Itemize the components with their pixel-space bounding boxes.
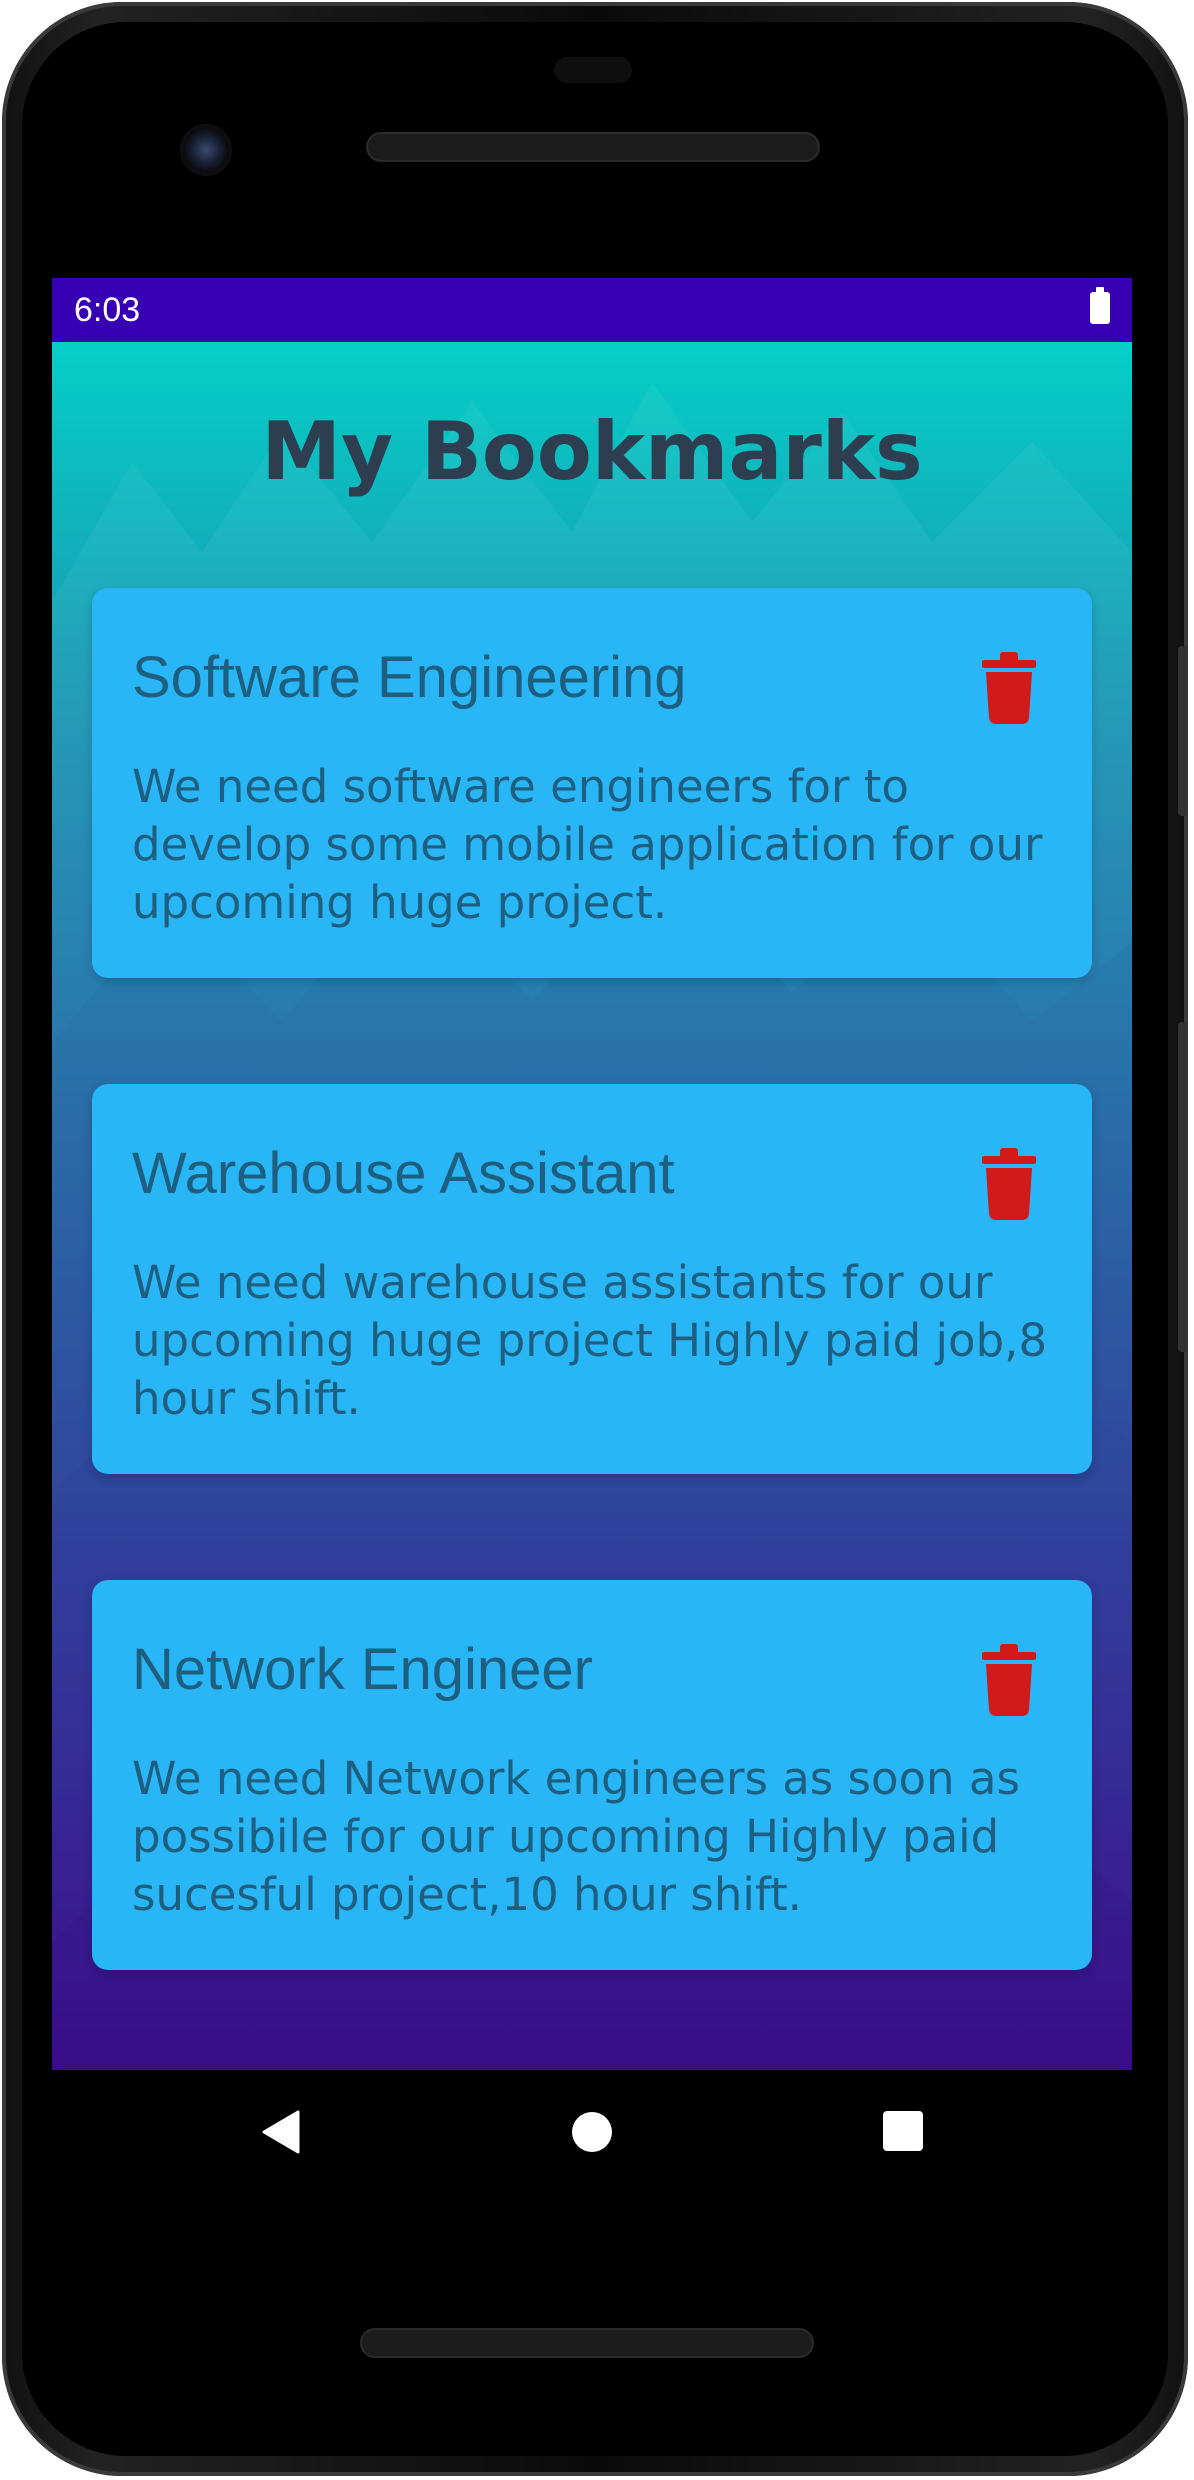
earpiece-speaker — [368, 134, 818, 160]
trash-icon[interactable] — [982, 652, 1036, 724]
proximity-sensor — [554, 57, 632, 83]
bookmark-card[interactable]: Software Engineering We need software en… — [92, 588, 1092, 978]
bookmark-title: Network Engineer — [132, 1637, 593, 1702]
front-camera — [180, 124, 232, 176]
nav-recents-icon[interactable] — [882, 2110, 924, 2152]
bookmark-description: We need Network engineers as soon as pos… — [132, 1752, 1020, 1921]
volume-button — [1178, 1022, 1188, 1352]
navigation-bar — [52, 2070, 1132, 2200]
bookmark-title: Software Engineering — [132, 645, 687, 710]
bottom-speaker — [362, 2330, 812, 2356]
nav-home-icon[interactable] — [570, 2110, 614, 2154]
status-time: 6:03 — [74, 291, 141, 329]
bookmarks-screen: My Bookmarks Software Engineering We nee… — [52, 342, 1132, 2070]
bookmark-title: Warehouse Assistant — [132, 1141, 675, 1206]
bookmark-card[interactable]: Network Engineer We need Network enginee… — [92, 1580, 1092, 1970]
bookmark-description: We need warehouse assistants for our upc… — [132, 1256, 1048, 1425]
bookmark-card[interactable]: Warehouse Assistant We need warehouse as… — [92, 1084, 1092, 1474]
bookmark-description: We need software engineers for to develo… — [132, 760, 1043, 929]
page-title: My Bookmarks — [261, 405, 923, 498]
screen: 6:03 My Bookmarks Software Engineering W… — [52, 278, 1132, 2070]
trash-icon[interactable] — [982, 1644, 1036, 1716]
power-button — [1178, 646, 1188, 816]
status-bar: 6:03 — [52, 278, 1132, 342]
nav-back-icon[interactable] — [260, 2110, 300, 2154]
trash-icon[interactable] — [982, 1148, 1036, 1220]
battery-icon — [1090, 287, 1110, 324]
